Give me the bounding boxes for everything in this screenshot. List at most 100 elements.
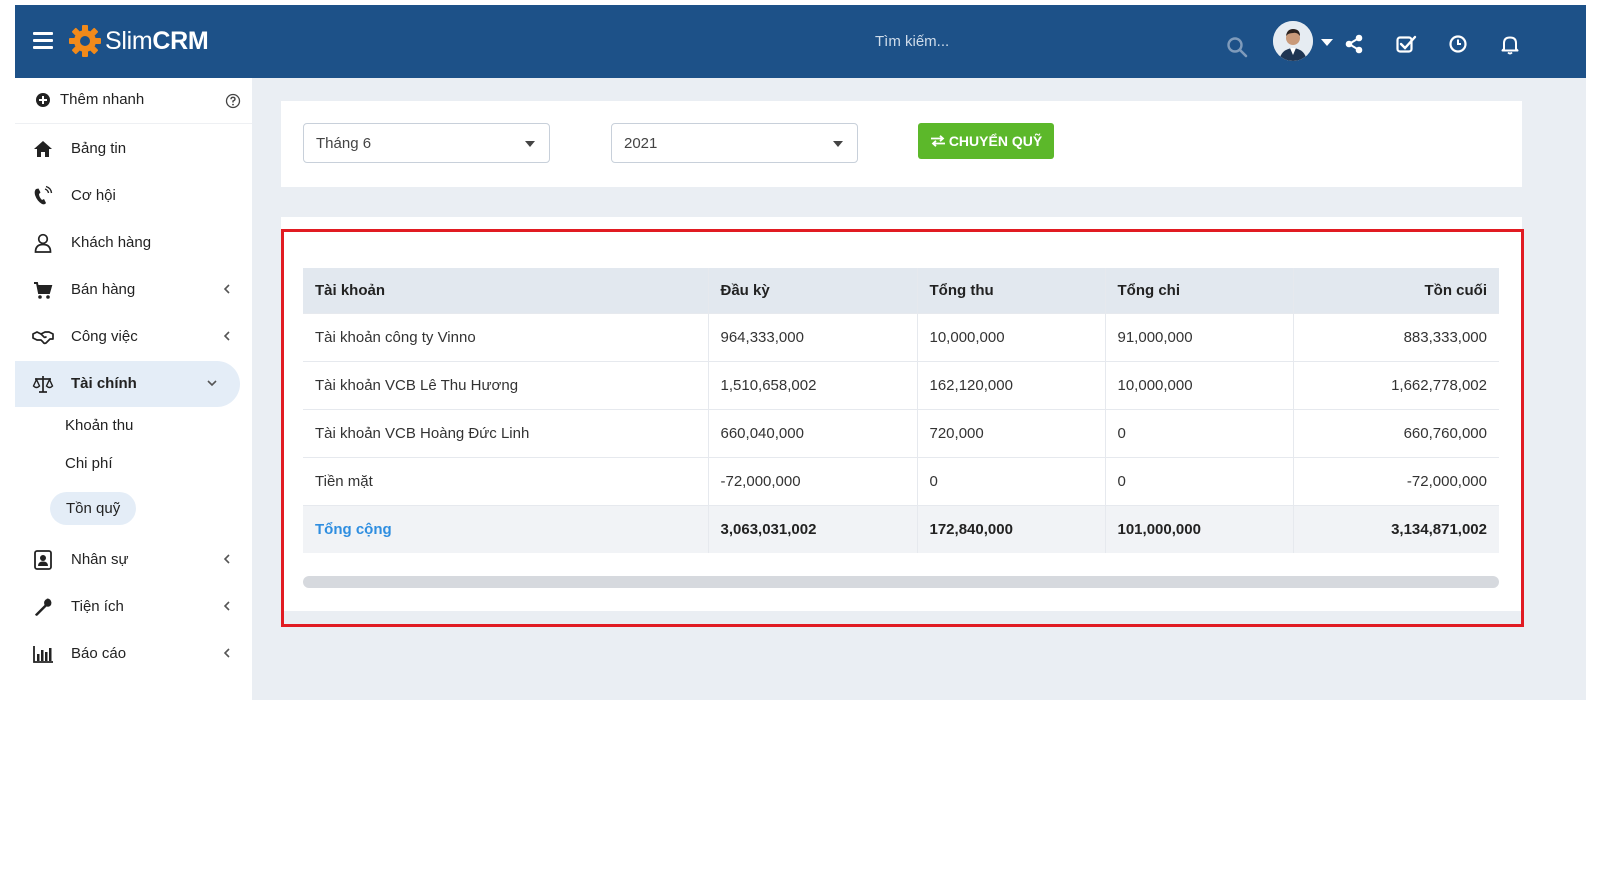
sidebar-item-label: Tài chính <box>71 375 137 392</box>
caret-down-icon <box>833 141 843 147</box>
transfer-fund-button[interactable]: CHUYỂN QUỸ <box>918 123 1054 159</box>
year-select[interactable]: 2021 <box>611 123 858 163</box>
chevron-down-icon <box>207 380 217 387</box>
table-cell: 1,510,658,002 <box>707 360 917 409</box>
total-cell: 101,000,000 <box>1104 504 1293 553</box>
home-icon <box>34 141 52 157</box>
scale-icon <box>32 376 54 393</box>
caret-down-icon <box>525 141 535 147</box>
task-check-icon[interactable] <box>1395 33 1417 55</box>
table-cell: -72,000,000 <box>1292 456 1499 505</box>
bar-chart-icon <box>33 646 53 663</box>
exchange-icon <box>930 135 945 147</box>
help-icon[interactable] <box>225 93 241 109</box>
sidebar-item-label: Bảng tin <box>71 140 127 157</box>
fund-balance-table: Tài khoản Đầu kỳ Tổng thu Tổng chi Tồn c… <box>303 268 1499 553</box>
table-total-row: Tổng cộng 3,063,031,002 172,840,000 101,… <box>303 504 1499 553</box>
table-cell: 0 <box>916 456 1105 505</box>
search-input[interactable]: Tìm kiếm... <box>715 29 1255 55</box>
table-cell: Tài khoản công ty Vinno <box>303 312 708 361</box>
sidebar-item-label: Khách hàng <box>71 234 152 251</box>
sidebar-item-bao-cao[interactable]: Báo cáo <box>15 631 252 677</box>
sidebar-subitem-chi-phi[interactable]: Chi phí <box>65 455 113 472</box>
table-cell: 162,120,000 <box>916 360 1105 409</box>
clock-icon[interactable] <box>1447 33 1469 55</box>
phone-icon <box>34 185 53 205</box>
column-header-opening[interactable]: Đầu kỳ <box>707 268 917 313</box>
user-icon <box>34 233 52 253</box>
id-card-icon <box>34 550 52 570</box>
sidebar: Thêm nhanh Bảng tin Cơ hội Khách hàng Bá… <box>15 78 252 700</box>
account-dropdown-icon[interactable] <box>1321 39 1333 46</box>
cart-icon <box>34 282 53 299</box>
sidebar-item-label: Công việc <box>71 328 138 345</box>
filter-card: Tháng 6 2021 CHUYỂN QUỸ <box>281 101 1522 187</box>
column-header-income[interactable]: Tổng thu <box>916 268 1105 313</box>
share-icon[interactable] <box>1343 33 1365 55</box>
table-row: Tài khoản VCB Lê Thu Hương 1,510,658,002… <box>303 360 1499 409</box>
table-row: Tài khoản VCB Hoàng Đức Linh 660,040,000… <box>303 408 1499 457</box>
total-cell: 172,840,000 <box>916 504 1105 553</box>
sidebar-item-co-hoi[interactable]: Cơ hội <box>15 173 252 219</box>
total-link[interactable]: Tổng cộng <box>303 504 708 553</box>
total-cell: 3,134,871,002 <box>1292 504 1499 553</box>
bell-icon[interactable] <box>1499 33 1521 55</box>
table-cell: 91,000,000 <box>1104 312 1293 361</box>
search-icon[interactable] <box>1225 35 1249 59</box>
sidebar-item-label: Báo cáo <box>71 645 127 662</box>
table-cell: 1,662,778,002 <box>1292 360 1499 409</box>
table-cell: 660,760,000 <box>1292 408 1499 457</box>
hamburger-menu-icon[interactable] <box>33 32 53 50</box>
top-bar: SlimCRM Tìm kiếm... <box>15 5 1586 78</box>
plus-circle-icon <box>36 93 50 107</box>
horizontal-scrollbar[interactable] <box>303 576 1499 588</box>
quick-add-label: Thêm nhanh <box>60 91 145 108</box>
sidebar-item-tien-ich[interactable]: Tiện ích <box>15 584 252 630</box>
sidebar-item-cong-viec[interactable]: Công việc <box>15 314 252 360</box>
sidebar-item-label: Tiện ích <box>71 598 124 615</box>
app-frame: SlimCRM Tìm kiếm... Thêm nhanh Bảng tin … <box>15 5 1586 700</box>
table-cell: 10,000,000 <box>1104 360 1293 409</box>
sidebar-item-tai-chinh[interactable]: Tài chính <box>15 361 240 407</box>
table-cell: 883,333,000 <box>1292 312 1499 361</box>
handshake-icon <box>32 331 54 345</box>
sidebar-item-bang-tin[interactable]: Bảng tin <box>15 126 252 172</box>
sidebar-item-label: Bán hàng <box>71 281 136 298</box>
logo-text: SlimCRM <box>105 26 209 55</box>
transfer-fund-label: CHUYỂN QUỸ <box>948 133 1043 149</box>
sidebar-subitem-ton-quy[interactable]: Tồn quỹ <box>50 492 137 525</box>
wrench-icon <box>35 598 52 616</box>
column-header-account[interactable]: Tài khoản <box>303 268 708 313</box>
sidebar-item-khach-hang[interactable]: Khách hàng <box>15 220 252 266</box>
total-cell: 3,063,031,002 <box>707 504 917 553</box>
table-cell: 660,040,000 <box>707 408 917 457</box>
search-placeholder: Tìm kiếm... <box>875 33 950 50</box>
avatar[interactable] <box>1273 21 1313 61</box>
table-row: Tiền mặt -72,000,000 0 0 -72,000,000 <box>303 456 1499 505</box>
app-logo[interactable]: SlimCRM <box>67 23 209 59</box>
quick-add[interactable]: Thêm nhanh <box>15 78 252 124</box>
table-cell: 10,000,000 <box>916 312 1105 361</box>
table-header-row: Tài khoản Đầu kỳ Tổng thu Tổng chi Tồn c… <box>303 268 1499 313</box>
table-cell: Tài khoản VCB Lê Thu Hương <box>303 360 708 409</box>
table-cell: 964,333,000 <box>707 312 917 361</box>
chevron-left-icon <box>223 284 230 294</box>
user-avatar-icon <box>1273 21 1313 61</box>
gear-logo-icon <box>69 25 101 57</box>
column-header-closing[interactable]: Tồn cuối <box>1292 268 1499 313</box>
sidebar-item-label: Nhân sự <box>71 551 129 568</box>
sidebar-item-ban-hang[interactable]: Bán hàng <box>15 267 252 313</box>
table-cell: Tiền mặt <box>303 456 708 505</box>
table-cell: 0 <box>1104 408 1293 457</box>
chevron-left-icon <box>223 601 230 611</box>
month-select[interactable]: Tháng 6 <box>303 123 550 163</box>
column-header-expense[interactable]: Tổng chi <box>1104 268 1293 313</box>
table-cell: 0 <box>1104 456 1293 505</box>
sidebar-item-nhan-su[interactable]: Nhân sự <box>15 537 252 583</box>
chevron-left-icon <box>223 648 230 658</box>
table-row: Tài khoản công ty Vinno 964,333,000 10,0… <box>303 312 1499 361</box>
sidebar-item-label: Cơ hội <box>71 187 116 204</box>
chevron-left-icon <box>223 554 230 564</box>
chevron-left-icon <box>223 331 230 341</box>
sidebar-subitem-khoan-thu[interactable]: Khoản thu <box>65 417 133 434</box>
